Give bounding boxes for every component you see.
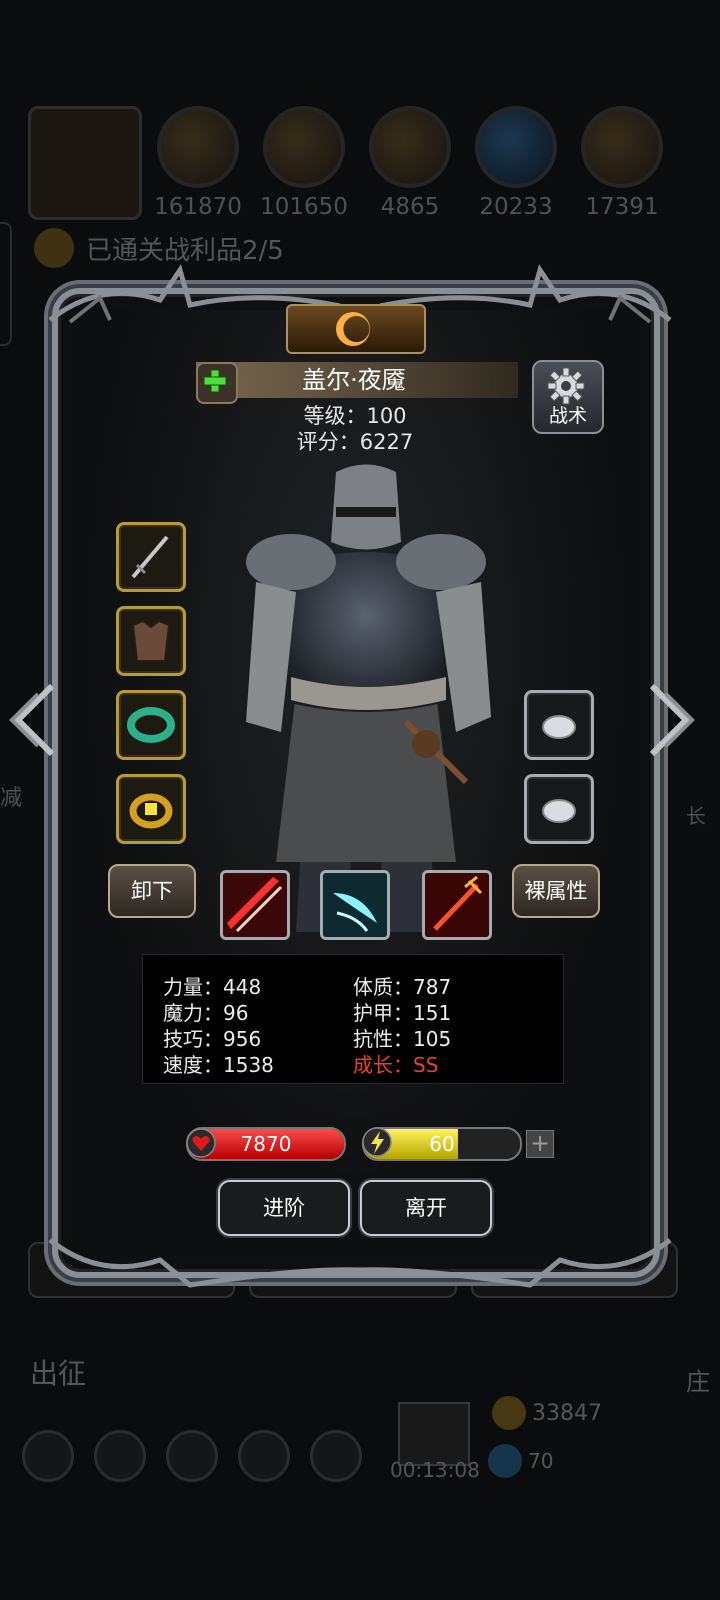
silver-stone-icon xyxy=(542,799,576,823)
add-energy-button[interactable]: + xyxy=(526,1129,554,1158)
stat-skill: 技巧：956 xyxy=(163,1027,262,1051)
equip-slot-stone-1[interactable] xyxy=(524,690,594,760)
equip-slot-bracelet[interactable] xyxy=(116,690,186,760)
fire-trident-skill-icon xyxy=(425,873,489,937)
prev-hero-arrow[interactable] xyxy=(8,680,58,760)
resource-icon xyxy=(581,106,663,188)
gem-value: 70 xyxy=(528,1449,554,1473)
gift-timer: 00:13:08 xyxy=(390,1458,480,1482)
advance-button[interactable]: 进阶 xyxy=(218,1180,350,1236)
gem-counter: 70 xyxy=(488,1444,553,1478)
resource-icon xyxy=(475,106,557,188)
stat-strength: 力量：448 xyxy=(163,975,262,999)
resource-item: 101650 xyxy=(254,106,354,220)
hero-figure xyxy=(246,464,491,932)
frame-ornament-bottom xyxy=(48,1238,672,1288)
resource-icon xyxy=(263,106,345,188)
skill-slot-3[interactable] xyxy=(422,870,492,940)
resource-value: 101650 xyxy=(260,194,348,220)
gold-icon xyxy=(492,1396,526,1430)
resource-item: 17391 xyxy=(572,106,672,220)
heart-icon xyxy=(186,1128,216,1158)
resource-item: 20233 xyxy=(466,106,566,220)
stat-armor: 护甲：151 xyxy=(353,1001,452,1025)
bare-attributes-button[interactable]: 裸属性 xyxy=(512,864,600,918)
plus-icon xyxy=(203,369,227,393)
bottom-icons xyxy=(22,1430,362,1482)
resource-item: 161870 xyxy=(148,106,248,220)
side-text: 庄 xyxy=(686,1368,710,1396)
add-hero-button[interactable] xyxy=(196,362,238,404)
equip-slot-stone-2[interactable] xyxy=(524,774,594,844)
stat-constitution: 体质：787 xyxy=(353,975,452,999)
lightning-icon xyxy=(362,1127,392,1157)
stat-resistance: 抗性：105 xyxy=(353,1027,452,1051)
resource-icon xyxy=(369,106,451,188)
leave-button[interactable]: 离开 xyxy=(360,1180,492,1236)
gold-ring-icon xyxy=(129,793,173,829)
jade-bracelet-icon xyxy=(127,707,175,743)
cyan-crescent-skill-icon xyxy=(323,873,387,937)
tactics-label: 战术 xyxy=(548,405,587,427)
equip-slot-weapon[interactable] xyxy=(116,522,186,592)
player-portrait xyxy=(28,106,142,220)
unequip-button[interactable]: 卸下 xyxy=(108,864,196,918)
resource-value: 161870 xyxy=(154,194,242,220)
red-slash-skill-icon xyxy=(223,873,287,937)
menu-icon xyxy=(310,1430,362,1482)
gift-icon xyxy=(398,1402,470,1466)
next-hero-arrow[interactable] xyxy=(646,680,696,760)
skill-slot-2[interactable] xyxy=(320,870,390,940)
sortie-label: 出征 xyxy=(30,1357,87,1390)
side-text: 长 xyxy=(686,804,706,828)
sword-icon xyxy=(131,535,169,579)
skill-slot-1[interactable] xyxy=(220,870,290,940)
silver-stone-icon xyxy=(542,715,576,739)
gold-value: 33847 xyxy=(532,1400,602,1426)
stat-speed: 速度：1538 xyxy=(163,1053,274,1077)
crescent-moon-icon xyxy=(336,312,370,346)
menu-icon xyxy=(22,1430,74,1482)
hero-name: 盖尔·夜魇 xyxy=(302,366,406,394)
resource-value: 17391 xyxy=(585,194,659,220)
armor-icon xyxy=(131,619,171,662)
menu-icon xyxy=(94,1430,146,1482)
menu-icon xyxy=(238,1430,290,1482)
resource-value: 20233 xyxy=(479,194,553,220)
stats-panel: 力量：448 魔力：96 技巧：956 速度：1538 体质：787 护甲：15… xyxy=(142,954,564,1084)
tactics-button[interactable]: 战术 xyxy=(532,360,604,434)
plus-icon: + xyxy=(529,1129,551,1157)
resource-value: 4865 xyxy=(380,194,440,220)
equip-slot-ring[interactable] xyxy=(116,774,186,844)
equip-slot-armor[interactable] xyxy=(116,606,186,676)
gold-counter: 33847 xyxy=(492,1396,602,1430)
stat-growth: 成长：SS xyxy=(353,1053,439,1077)
side-text: 减 xyxy=(0,786,23,811)
resource-icon xyxy=(157,106,239,188)
menu-icon xyxy=(166,1430,218,1482)
gear-icon xyxy=(547,367,585,405)
resource-item: 4865 xyxy=(360,106,460,220)
stat-magic: 魔力：96 xyxy=(163,1001,249,1025)
side-tab xyxy=(0,222,12,346)
hero-score: 评分：6227 xyxy=(296,430,414,454)
gem-icon xyxy=(488,1444,522,1478)
